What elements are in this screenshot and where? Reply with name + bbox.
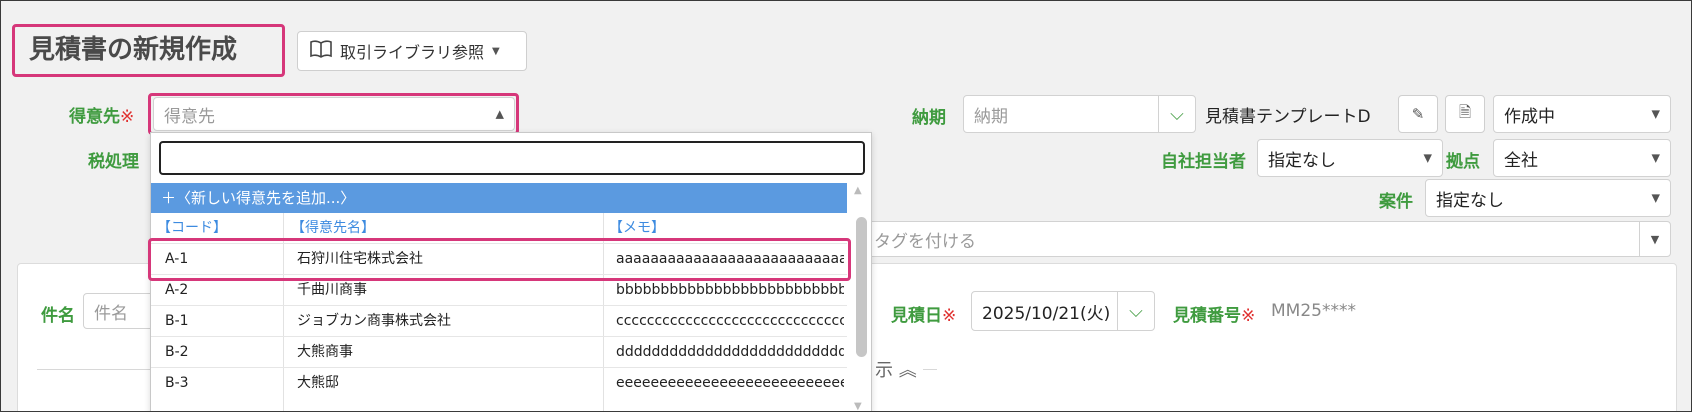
scroll-up-icon: ▲ [854, 185, 862, 196]
project-label: 案件 [1379, 192, 1413, 212]
staff-select[interactable]: 指定なし ▼ [1257, 139, 1443, 177]
customer-placeholder: 得意先 [164, 106, 215, 127]
chevron-up-icon: ︽ [898, 360, 917, 381]
library-reference-label: 取引ライブラリ参照 [340, 43, 485, 62]
estimate-number-value: MM25**** [1271, 301, 1356, 321]
branch-label: 拠点 [1446, 152, 1480, 172]
template-name: 見積書テンプレートD [1205, 107, 1371, 127]
customer-option[interactable]: B-3大熊邸eeeeeeeeeeeeeeeeeeeeeeeeeeeee... [151, 367, 847, 399]
collapse-toggle[interactable]: 示 ︽ [869, 356, 923, 382]
scroll-down-icon: ▼ [854, 401, 862, 412]
caret-down-icon: ▼ [1651, 107, 1660, 121]
customer-select[interactable]: 得意先 ▲ [153, 97, 515, 131]
caret-down-icon: ▼ [1423, 151, 1432, 165]
dropdown-search-input[interactable] [159, 141, 865, 175]
chevron-down-icon: ⌵ [1158, 96, 1195, 132]
estimate-date-value: 2025/10/21(火) [982, 303, 1111, 324]
edit-template-button[interactable]: ✎ [1398, 95, 1438, 133]
subject-label: 件名 [41, 306, 75, 326]
staff-label: 自社担当者 [1161, 152, 1246, 172]
document-button[interactable]: 🗎 [1445, 95, 1485, 133]
book-icon [310, 40, 332, 62]
project-value: 指定なし [1436, 190, 1504, 211]
estimate-number-label: 見積番号※ [1173, 306, 1256, 326]
delivery-select[interactable]: 納期 ⌵ [963, 95, 1196, 133]
page-title: 見積書の新規作成 [12, 24, 285, 77]
delivery-label: 納期 [912, 108, 946, 128]
project-select[interactable]: 指定なし ▼ [1425, 179, 1671, 217]
caret-down-icon: ▼ [1651, 191, 1660, 205]
window-frame: 見積書の新規作成 取引ライブラリ参照 ▼ 得意先※ 得意先 ▲ 納期 納期 ⌵ … [0, 0, 1692, 412]
subject-placeholder: 件名 [94, 303, 128, 324]
caret-down-icon: ▼ [492, 45, 500, 57]
add-new-customer-option[interactable]: ＋〈新しい得意先を追加...〉 [151, 183, 847, 213]
status-select[interactable]: 作成中 ▼ [1493, 95, 1671, 133]
staff-value: 指定なし [1268, 150, 1336, 171]
caret-down-icon: ▼ [1639, 222, 1670, 256]
library-reference-button[interactable]: 取引ライブラリ参照 ▼ [297, 31, 527, 71]
estimate-date-input[interactable]: 2025/10/21(火) ⌵ [971, 291, 1155, 331]
caret-down-icon: ▼ [1651, 151, 1660, 165]
scrollbar-thumb[interactable] [856, 217, 867, 357]
estimate-date-label: 見積日※ [891, 306, 957, 326]
document-icon: 🗎 [1458, 102, 1472, 121]
caret-up-icon: ▲ [495, 107, 504, 121]
selected-row-highlight [148, 238, 851, 281]
branch-value: 全社 [1504, 150, 1538, 171]
chevron-down-icon: ⌵ [1117, 292, 1154, 330]
pencil-icon: ✎ [1411, 105, 1425, 123]
customer-label: 得意先※ [69, 107, 135, 127]
tax-label: 税処理 [88, 152, 139, 172]
branch-select[interactable]: 全社 ▼ [1493, 139, 1671, 177]
customer-option[interactable]: B-2 大熊商事 dddddddddddddddddddddddddd... [151, 336, 847, 368]
tag-placeholder: タグを付ける [874, 231, 976, 252]
status-value: 作成中 [1504, 106, 1555, 127]
customer-option[interactable]: B-1 ジョブカン商事株式会社 cccccccccccccccccccccccccc… [151, 305, 847, 337]
delivery-placeholder: 納期 [974, 106, 1008, 127]
